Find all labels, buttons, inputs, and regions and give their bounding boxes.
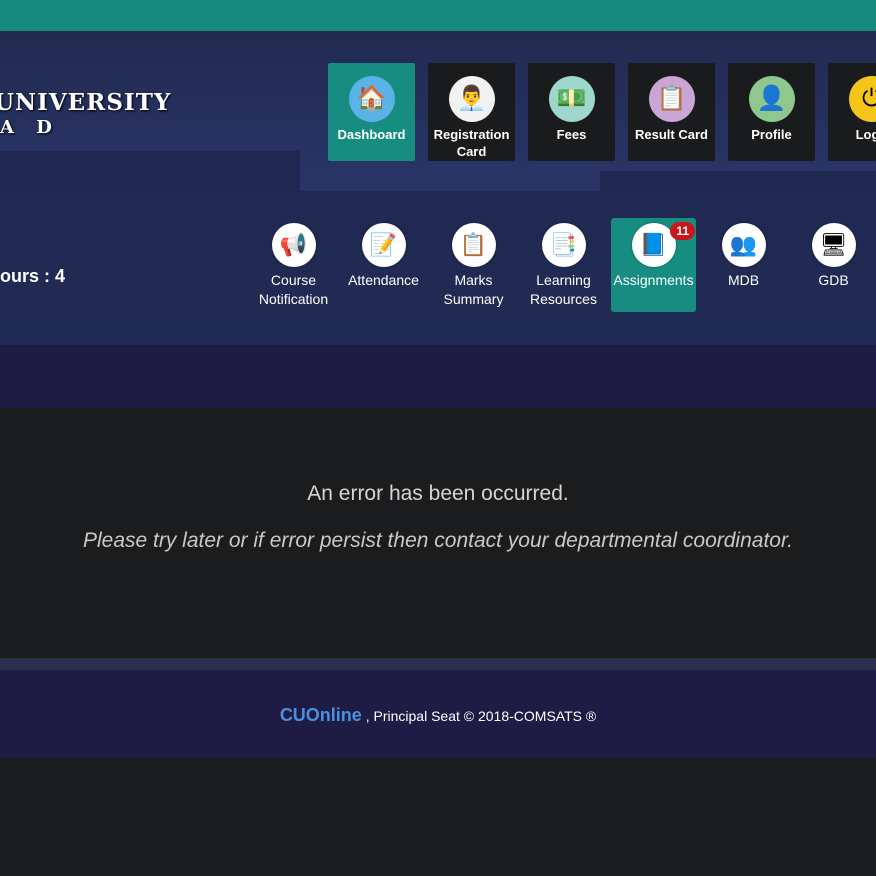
marks-clipboard-icon: 📋 — [451, 223, 496, 267]
course-tile-label: Attendance — [348, 272, 419, 288]
top-accent-bar — [0, 0, 876, 31]
notification-badge: 11 — [670, 222, 695, 240]
profile-icon: 👤 — [748, 76, 795, 122]
presentation-screen-icon: 🖥 — [811, 223, 856, 267]
logout-icon: ⏻ — [848, 76, 876, 122]
assignments-book-icon: 📘 — [631, 223, 676, 267]
university-campus: A D — [0, 117, 60, 138]
divider-strip — [0, 658, 876, 670]
footer: CUOnline , Principal Seat © 2018-COMSATS… — [0, 670, 876, 758]
cuonline-link[interactable]: CUOnline — [280, 705, 362, 725]
nav-tile-label: Dashboard — [337, 127, 406, 142]
course-tile-gdb[interactable]: 🖥 GDB — [791, 218, 876, 312]
header-banner: UNIVERSITY A D ours : 4 🏠 Dashboard 👨‍💼 Reg… — [0, 31, 876, 345]
nav-tile-logo[interactable]: ⏻ Logo — [828, 63, 876, 161]
discussion-group-icon: 👥 — [721, 223, 766, 267]
error-panel: An error has been occurred. Please try l… — [0, 408, 876, 658]
attendance-clipboard-icon: 📝 — [361, 223, 406, 267]
nav-tile-label: Profile — [751, 127, 792, 142]
course-tile-marks-summary[interactable]: 📋 Marks Summary — [431, 218, 516, 312]
fees-icon: 💵 — [548, 76, 595, 122]
error-message: Please try later or if error persist the… — [82, 529, 794, 552]
nav-tile-profile[interactable]: 👤 Profile — [728, 63, 815, 161]
footer-line: CUOnline , Principal Seat © 2018-COMSATS… — [0, 705, 876, 726]
course-tile-label: GDB — [818, 272, 849, 288]
nav-tile-label: Fees — [556, 127, 587, 142]
nav-tile-label: Logo — [855, 127, 876, 142]
course-tile-course-notification[interactable]: 📢 Course Notification — [251, 218, 336, 312]
course-tile-label: Marks Summary — [443, 272, 504, 307]
megaphone-icon: 📢 — [271, 223, 316, 267]
registration-card-icon: 👨‍💼 — [448, 76, 495, 122]
home-icon: 🏠 — [348, 76, 395, 122]
nav-tile-result-card[interactable]: 📋 Result Card — [628, 63, 715, 161]
course-tile-mdb[interactable]: 👥 MDB — [701, 218, 786, 312]
course-tile-label: Learning Resources — [530, 272, 597, 307]
footer-copyright: , Principal Seat © 2018-COMSATS ® — [361, 708, 597, 724]
result-card-icon: 📋 — [648, 76, 695, 122]
course-tile-label: Course Notification — [258, 272, 329, 307]
nav-tile-registration-card[interactable]: 👨‍💼 Registration Card — [428, 63, 515, 161]
nav-tile-dashboard[interactable]: 🏠 Dashboard — [328, 63, 415, 161]
nav-tile-fees[interactable]: 💵 Fees — [528, 63, 615, 161]
course-tile-label: MDB — [727, 272, 760, 288]
nav-tile-label: Result Card — [635, 127, 708, 142]
course-tile-attendance[interactable]: 📝 Attendance — [341, 218, 426, 312]
nav-tile-label: Registration Card — [433, 127, 510, 159]
course-tile-label: Assignments — [613, 272, 694, 288]
content-header-band — [0, 345, 876, 408]
error-title: An error has been occurred. — [307, 482, 569, 505]
learning-resources-icon: 📑 — [541, 223, 586, 267]
university-name: UNIVERSITY — [0, 89, 172, 116]
course-tile-learning-resources[interactable]: 📑 Learning Resources — [521, 218, 606, 312]
credit-hours-label: ours : 4 — [0, 266, 66, 286]
course-tile-assignments[interactable]: 📘 Assignments 11 — [611, 218, 696, 312]
